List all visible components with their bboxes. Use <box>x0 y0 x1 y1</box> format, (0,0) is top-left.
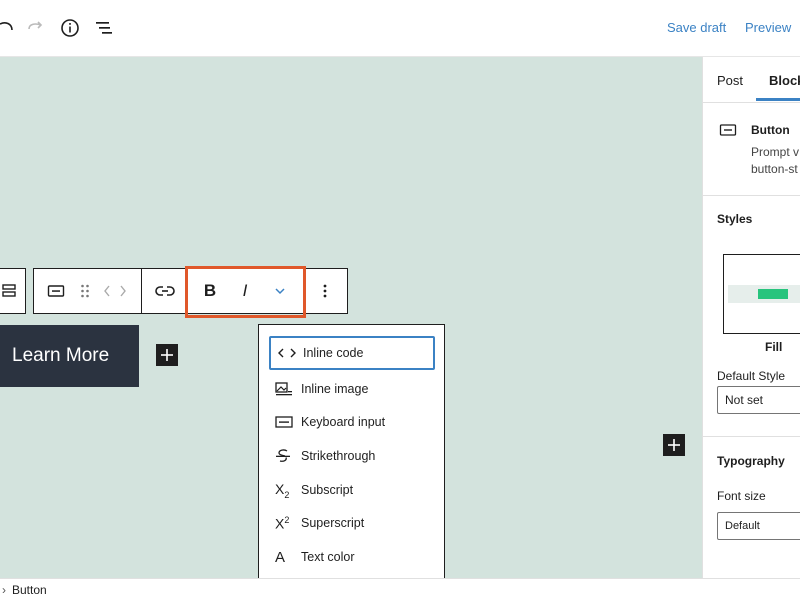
info-icon[interactable] <box>58 16 82 40</box>
styles-heading: Styles <box>717 212 753 226</box>
settings-sidebar: Post Block Button Prompt v button-st Sty… <box>702 57 800 578</box>
move-right-icon[interactable] <box>116 269 130 313</box>
strikethrough-icon <box>275 448 301 464</box>
font-size-select[interactable]: Default <box>717 512 800 540</box>
menu-item-label: Strikethrough <box>301 449 376 463</box>
menu-item-label: Subscript <box>301 483 354 497</box>
style-label: Fill <box>765 340 783 354</box>
top-toolbar: Save draft Preview <box>0 0 800 57</box>
list-view-icon[interactable] <box>92 16 116 40</box>
menu-item-strikethrough[interactable]: Strikethrough <box>269 439 435 473</box>
style-preview-button <box>758 289 788 299</box>
menu-item-text-color[interactable]: A Text color <box>269 540 435 574</box>
menu-item-label: Superscript <box>301 516 365 530</box>
preview-button[interactable]: Preview <box>745 20 791 35</box>
parent-block-icon[interactable] <box>0 269 25 313</box>
block-name: Button <box>751 123 790 137</box>
menu-item-label: Text color <box>301 550 355 564</box>
button-block-icon[interactable] <box>42 269 70 313</box>
text-color-icon: A <box>275 548 286 566</box>
block-description: Prompt v <box>751 145 800 159</box>
menu-item-label: Inline code <box>303 346 364 360</box>
menu-item-label: Keyboard input <box>301 415 386 429</box>
undo-icon[interactable] <box>0 16 18 40</box>
menu-item-superscript[interactable]: X2 Superscript <box>269 506 435 540</box>
typography-heading: Typography <box>717 454 785 468</box>
breadcrumb-separator: › <box>2 583 6 597</box>
menu-item-inline-image[interactable]: Inline image <box>269 372 435 406</box>
learn-more-button-block[interactable]: Learn More <box>0 325 139 387</box>
block-description: button-st <box>751 162 798 176</box>
tab-block[interactable]: Block <box>769 73 800 88</box>
move-left-icon[interactable] <box>100 269 114 313</box>
toolbar-divider <box>141 269 142 313</box>
tab-post[interactable]: Post <box>717 73 743 88</box>
more-options-icon[interactable] <box>314 269 336 313</box>
breadcrumb-button[interactable]: Button <box>12 583 47 597</box>
style-preview-fill[interactable] <box>723 254 800 334</box>
block-toolbar: B I <box>33 268 348 314</box>
link-icon[interactable] <box>149 269 181 313</box>
menu-item-inline-code[interactable]: Inline code <box>269 336 435 370</box>
italic-button[interactable]: I <box>232 269 258 313</box>
code-icon <box>277 347 303 359</box>
parent-block-group <box>0 268 26 314</box>
save-draft-button[interactable]: Save draft <box>667 20 726 35</box>
default-style-select[interactable]: Not set <box>717 386 800 414</box>
toolbar-divider <box>187 269 188 313</box>
more-formats-chevron-icon[interactable] <box>268 269 292 313</box>
block-breadcrumb-bar: › Button <box>0 578 800 600</box>
add-block-icon[interactable] <box>156 344 178 366</box>
default-style-label: Default Style <box>717 369 786 383</box>
divider <box>703 436 800 437</box>
keyboard-icon <box>275 416 301 428</box>
add-block-icon[interactable] <box>663 434 685 456</box>
menu-item-label: Inline image <box>301 382 369 396</box>
inline-image-icon <box>275 382 301 396</box>
drag-handle-icon[interactable] <box>76 269 94 313</box>
active-tab-indicator <box>756 98 800 101</box>
divider <box>703 195 800 196</box>
editor-app: Save draft Preview B I Learn More Inline… <box>0 0 800 600</box>
redo-icon[interactable] <box>24 16 48 40</box>
menu-item-keyboard-input[interactable]: Keyboard input <box>269 405 435 439</box>
toolbar-divider <box>304 269 305 313</box>
menu-item-subscript[interactable]: X2 Subscript <box>269 473 435 507</box>
button-block-icon <box>719 123 737 142</box>
superscript-icon: X2 <box>275 514 290 532</box>
subscript-icon: X2 <box>275 480 290 500</box>
format-dropdown-menu: Inline code Inline image Keyboard input … <box>258 324 445 587</box>
divider <box>703 102 800 103</box>
bold-button[interactable]: B <box>197 269 223 313</box>
font-size-label: Font size <box>717 489 766 503</box>
